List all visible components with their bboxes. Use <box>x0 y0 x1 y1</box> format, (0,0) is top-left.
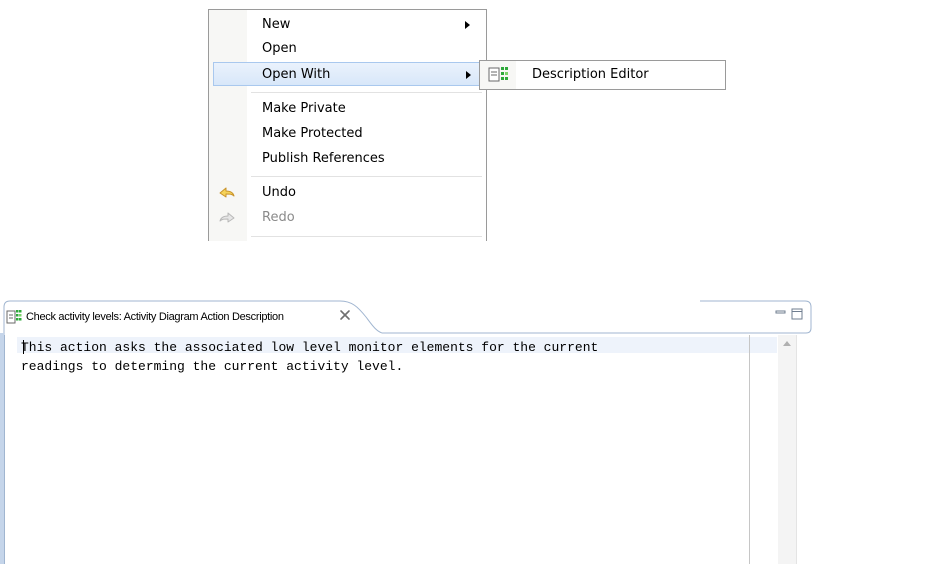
menu-item-label: Publish References <box>262 151 385 166</box>
vertical-scrollbar[interactable] <box>778 335 796 564</box>
menu-item-label: Open <box>262 41 297 56</box>
menu-item-label: New <box>262 17 291 32</box>
menu-item-redo[interactable]: Redo <box>209 206 486 230</box>
view-window-controls <box>775 308 803 320</box>
menu-separator <box>251 236 482 237</box>
editor-text-area[interactable]: This action asks the associated low leve… <box>0 333 811 564</box>
menu-item-label: Redo <box>262 210 295 225</box>
description-editor-icon <box>6 310 22 324</box>
editor-line: This action asks the associated low leve… <box>21 340 599 355</box>
minimize-icon[interactable] <box>775 310 786 314</box>
tab-title: Check activity levels: Activity Diagram … <box>26 311 284 323</box>
tab-description-editor[interactable]: Check activity levels: Activity Diagram … <box>0 297 377 335</box>
menu-item-open-with[interactable]: Open With <box>213 62 484 86</box>
menu-item-label: Make Private <box>262 101 346 116</box>
menu-item-label: Undo <box>262 185 296 200</box>
description-editor-view: Check activity levels: Activity Diagram … <box>0 297 812 564</box>
close-icon[interactable] <box>339 309 351 321</box>
editor-text[interactable]: This action asks the associated low leve… <box>21 338 598 376</box>
menu-item-label: Open With <box>262 67 331 82</box>
menu-item-publish-references[interactable]: Publish References <box>209 147 486 171</box>
context-menu: New Open Open With Make Private Make Pro… <box>208 9 487 241</box>
menu-separator <box>251 176 482 177</box>
editor-line: readings to determing the current activi… <box>21 359 404 374</box>
submenu-item-label: Description Editor <box>532 67 649 82</box>
submenu-arrow-icon <box>465 21 470 29</box>
screen: New Open Open With Make Private Make Pro… <box>0 0 940 564</box>
text-caret <box>23 340 24 354</box>
menu-item-make-protected[interactable]: Make Protected <box>209 122 486 146</box>
maximize-icon[interactable] <box>791 308 803 320</box>
undo-arrow-icon <box>219 187 235 198</box>
menu-item-new[interactable]: New <box>209 13 486 37</box>
menu-item-label: Make Protected <box>262 126 363 141</box>
open-with-submenu: Description Editor <box>479 60 726 90</box>
redo-arrow-icon <box>219 212 235 223</box>
submenu-item-description-editor[interactable]: Description Editor <box>480 61 725 89</box>
print-margin-line <box>749 335 750 564</box>
menu-item-open[interactable]: Open <box>209 37 486 61</box>
menu-separator <box>251 92 482 93</box>
submenu-arrow-icon <box>466 71 471 79</box>
menu-item-undo[interactable]: Undo <box>209 181 486 205</box>
overview-ruler <box>796 335 811 564</box>
description-editor-icon <box>488 67 508 82</box>
menu-item-make-private[interactable]: Make Private <box>209 97 486 121</box>
scroll-up-arrow-icon[interactable] <box>783 341 791 346</box>
